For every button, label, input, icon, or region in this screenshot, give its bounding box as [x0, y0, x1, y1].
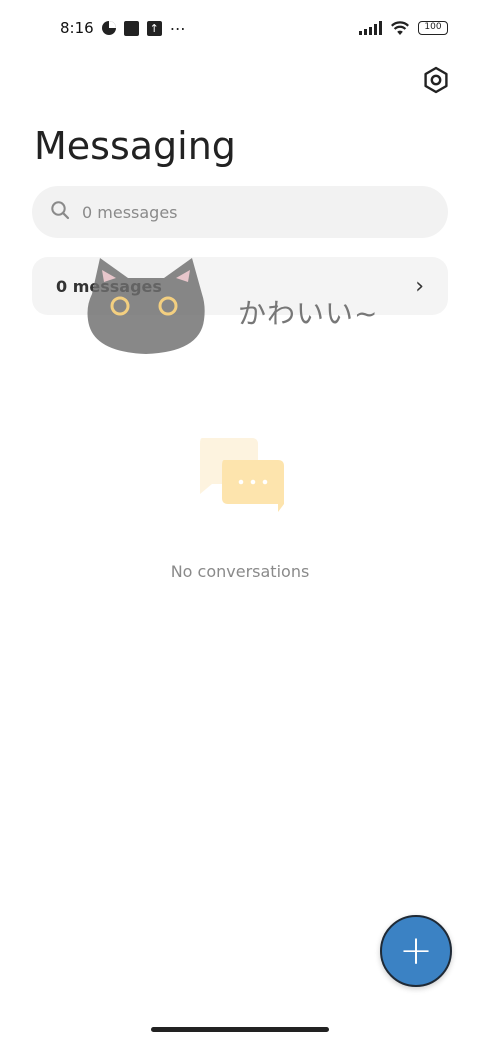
- search-bar[interactable]: [32, 186, 448, 238]
- app-notification-icon: [123, 20, 139, 36]
- status-right: 100: [359, 20, 448, 36]
- settings-hexagon-icon[interactable]: [420, 64, 452, 96]
- status-left: 8:16 ↑ ⋯: [60, 19, 187, 38]
- cat-face-icon: [87, 258, 205, 354]
- vpn-status-icon: [101, 21, 116, 35]
- battery-icon: 100: [418, 21, 448, 35]
- status-time: 8:16: [60, 19, 94, 37]
- search-icon: [50, 200, 70, 224]
- upload-notification-icon: ↑: [146, 20, 162, 36]
- status-bar: 8:16 ↑ ⋯ 100: [0, 0, 480, 56]
- plus-icon: +: [399, 928, 433, 974]
- cat-sticker[interactable]: [82, 256, 210, 358]
- search-input[interactable]: [82, 202, 382, 222]
- messaging-screen: 8:16 ↑ ⋯ 100 Messaging 0 messages 0 › かわ…: [0, 0, 480, 1040]
- chevron-right-icon: ›: [415, 273, 424, 299]
- more-notifications-icon: ⋯: [169, 18, 187, 38]
- page-title: Messaging: [34, 124, 236, 168]
- home-indicator[interactable]: [151, 1027, 329, 1032]
- empty-chat-bubbles-icon: [194, 434, 290, 518]
- sticker-caption: かわいい~: [238, 297, 379, 330]
- empty-state-text: No conversations: [170, 562, 310, 581]
- new-message-button[interactable]: +: [380, 915, 452, 987]
- signal-icon: [359, 21, 382, 35]
- wifi-icon: [390, 20, 410, 36]
